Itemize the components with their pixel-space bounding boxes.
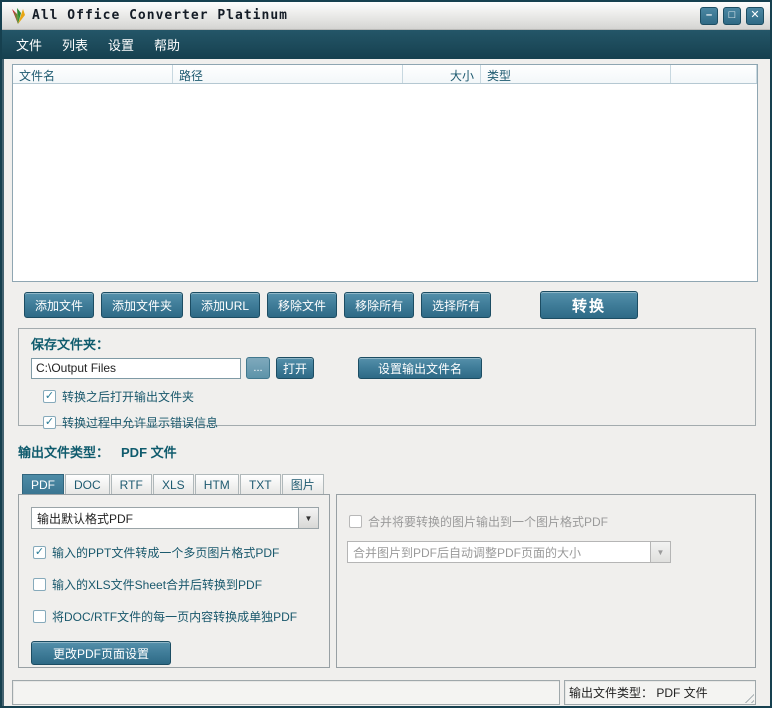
set-output-filename-button[interactable]: 设置输出文件名: [358, 357, 482, 379]
doc-split-checkbox[interactable]: [33, 610, 46, 623]
menu-bar: 文件 列表 设置 帮助: [2, 30, 770, 59]
tab-htm[interactable]: HTM: [195, 474, 239, 494]
merge-images-label: 合并将要转换的图片输出到一个图片格式PDF: [368, 513, 608, 530]
app-logo-icon: [8, 6, 28, 26]
window-controls: – □ ✕: [700, 7, 764, 25]
status-bar: 输出文件类型： PDF 文件: [10, 680, 758, 705]
column-header-size[interactable]: 大小: [403, 65, 481, 83]
column-header-filename[interactable]: 文件名: [13, 65, 173, 83]
maximize-icon[interactable]: □: [723, 7, 741, 25]
select-all-button[interactable]: 选择所有: [421, 292, 491, 318]
tab-pdf[interactable]: PDF: [22, 474, 64, 494]
client-area: 文件名 路径 大小 类型 添加文件 添加文件夹 添加URL 移除文件 移除所有 …: [2, 59, 770, 706]
pdf-page-setup-button[interactable]: 更改PDF页面设置: [31, 641, 171, 665]
default-format-value: 输出默认格式PDF: [32, 510, 298, 527]
menu-file[interactable]: 文件: [6, 31, 52, 58]
doc-split-row[interactable]: 将DOC/RTF文件的每一页内容转换成单独PDF: [33, 608, 319, 625]
open-after-convert-checkbox[interactable]: [43, 390, 56, 403]
add-file-button[interactable]: 添加文件: [24, 292, 94, 318]
minimize-icon[interactable]: –: [700, 7, 718, 25]
status-output-type: 输出文件类型： PDF 文件: [569, 684, 708, 701]
output-path-input[interactable]: [31, 358, 241, 379]
output-type-value: PDF 文件: [121, 445, 177, 460]
browse-button[interactable]: ...: [246, 357, 270, 379]
tab-txt[interactable]: TXT: [240, 474, 281, 494]
save-folder-groupbox: 保存文件夹： ... 打开 设置输出文件名 转换之后打开输出文件夹 转换过程中允…: [18, 328, 756, 426]
ppt-multipage-label: 输入的PPT文件转成一个多页图片格式PDF: [52, 544, 279, 561]
merge-resize-value: 合并图片到PDF后自动调整PDF页面的大小: [348, 544, 650, 561]
open-after-convert-label: 转换之后打开输出文件夹: [62, 388, 194, 405]
format-tabs: PDF DOC RTF XLS HTM TXT 图片: [22, 474, 758, 494]
menu-help[interactable]: 帮助: [144, 31, 190, 58]
save-folder-row: ... 打开 设置输出文件名: [31, 357, 745, 379]
chevron-down-icon: ▼: [650, 542, 670, 562]
doc-split-label: 将DOC/RTF文件的每一页内容转换成单独PDF: [52, 608, 297, 625]
column-header-type[interactable]: 类型: [481, 65, 671, 83]
window-title: All Office Converter Platinum: [32, 8, 288, 23]
tab-rtf[interactable]: RTF: [111, 474, 152, 494]
remove-file-button[interactable]: 移除文件: [267, 292, 337, 318]
action-toolbar: 添加文件 添加文件夹 添加URL 移除文件 移除所有 选择所有 转换: [12, 291, 758, 319]
add-folder-button[interactable]: 添加文件夹: [101, 292, 183, 318]
tab-doc[interactable]: DOC: [65, 474, 110, 494]
close-icon[interactable]: ✕: [746, 7, 764, 25]
column-header-extra[interactable]: [671, 65, 757, 83]
save-folder-label: 保存文件夹：: [31, 334, 745, 353]
ppt-multipage-row[interactable]: 输入的PPT文件转成一个多页图片格式PDF: [33, 544, 319, 561]
xls-merge-row[interactable]: 输入的XLS文件Sheet合并后转换到PDF: [33, 576, 319, 593]
app-window: All Office Converter Platinum – □ ✕ 文件 列…: [0, 0, 772, 708]
remove-all-button[interactable]: 移除所有: [344, 292, 414, 318]
open-folder-button[interactable]: 打开: [276, 357, 314, 379]
default-format-combobox[interactable]: 输出默认格式PDF ▼: [31, 507, 319, 529]
file-list-table: 文件名 路径 大小 类型: [12, 64, 758, 282]
show-errors-checkbox[interactable]: [43, 416, 56, 429]
file-table-body[interactable]: [13, 84, 757, 281]
merge-images-row: 合并将要转换的图片输出到一个图片格式PDF: [349, 513, 745, 530]
ppt-multipage-checkbox[interactable]: [33, 546, 46, 559]
menu-list[interactable]: 列表: [52, 31, 98, 58]
convert-button[interactable]: 转换: [540, 291, 638, 319]
status-panel-left: [12, 680, 560, 705]
option-panels: 输出默认格式PDF ▼ 输入的PPT文件转成一个多页图片格式PDF 输入的XLS…: [18, 494, 758, 668]
show-errors-label: 转换过程中允许显示错误信息: [62, 414, 218, 431]
output-type-label: 输出文件类型：: [18, 445, 109, 460]
tab-xls[interactable]: XLS: [153, 474, 194, 494]
column-header-path[interactable]: 路径: [173, 65, 403, 83]
xls-merge-checkbox[interactable]: [33, 578, 46, 591]
file-table-header: 文件名 路径 大小 类型: [13, 65, 757, 84]
menu-settings[interactable]: 设置: [98, 31, 144, 58]
xls-merge-label: 输入的XLS文件Sheet合并后转换到PDF: [52, 576, 262, 593]
resize-grip-icon[interactable]: [741, 690, 754, 703]
status-panel-right: 输出文件类型： PDF 文件: [564, 680, 756, 705]
title-bar: All Office Converter Platinum – □ ✕: [2, 2, 770, 30]
tab-image[interactable]: 图片: [282, 474, 324, 494]
output-type-heading: 输出文件类型： PDF 文件: [18, 442, 758, 461]
image-merge-panel: 合并将要转换的图片输出到一个图片格式PDF 合并图片到PDF后自动调整PDF页面…: [336, 494, 756, 668]
open-after-convert-row[interactable]: 转换之后打开输出文件夹: [43, 388, 745, 405]
merge-resize-combobox: 合并图片到PDF后自动调整PDF页面的大小 ▼: [347, 541, 671, 563]
add-url-button[interactable]: 添加URL: [190, 292, 260, 318]
merge-images-checkbox: [349, 515, 362, 528]
show-errors-row[interactable]: 转换过程中允许显示错误信息: [43, 414, 745, 431]
chevron-down-icon[interactable]: ▼: [298, 508, 318, 528]
pdf-options-panel: 输出默认格式PDF ▼ 输入的PPT文件转成一个多页图片格式PDF 输入的XLS…: [18, 494, 330, 668]
